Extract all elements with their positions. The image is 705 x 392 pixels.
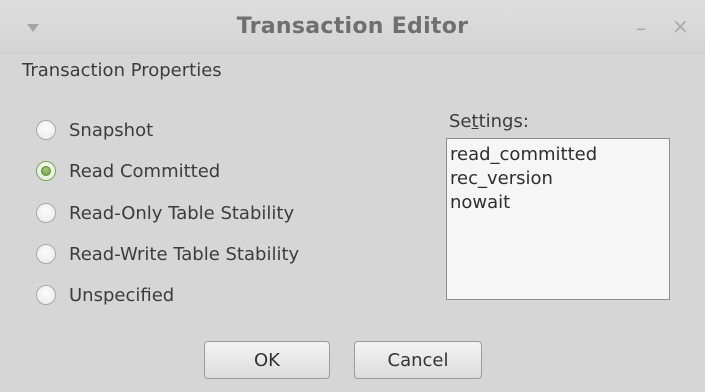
radio-label: Unspecified [69,284,175,306]
radio-dot-icon [41,166,51,176]
section-label: Transaction Properties [22,60,222,81]
title-bar[interactable]: Transaction Editor – × [0,0,705,54]
settings-item[interactable]: nowait [450,191,666,215]
minimize-button[interactable]: – [636,16,646,40]
radio-snapshot[interactable]: Snapshot [36,116,153,144]
settings-item[interactable]: rec_version [450,167,666,191]
close-button[interactable]: × [672,14,689,38]
radio-button[interactable] [36,120,56,140]
cancel-button[interactable]: Cancel [354,341,482,379]
radio-button[interactable] [36,285,56,305]
radio-read-committed[interactable]: Read Committed [36,157,220,185]
window-title: Transaction Editor [236,14,469,39]
radio-read-write-table-stability[interactable]: Read-Write Table Stability [36,240,299,268]
radio-read-only-table-stability[interactable]: Read-Only Table Stability [36,199,294,227]
transaction-editor-window: Transaction Editor – × Transaction Prope… [0,0,705,392]
radio-button[interactable] [36,244,56,264]
settings-item[interactable]: read_committed [450,143,666,167]
settings-label: Settings: [449,111,529,132]
radio-label: Read-Only Table Stability [69,202,295,224]
radio-button[interactable] [36,203,56,223]
radio-button-selected[interactable] [36,161,56,181]
settings-list[interactable]: read_committed rec_version nowait [446,138,670,300]
ok-button[interactable]: OK [204,341,330,379]
radio-label: Read-Write Table Stability [69,243,300,265]
radio-label: Read Committed [69,160,221,182]
radio-label: Snapshot [69,119,154,141]
radio-unspecified[interactable]: Unspecified [36,281,174,309]
